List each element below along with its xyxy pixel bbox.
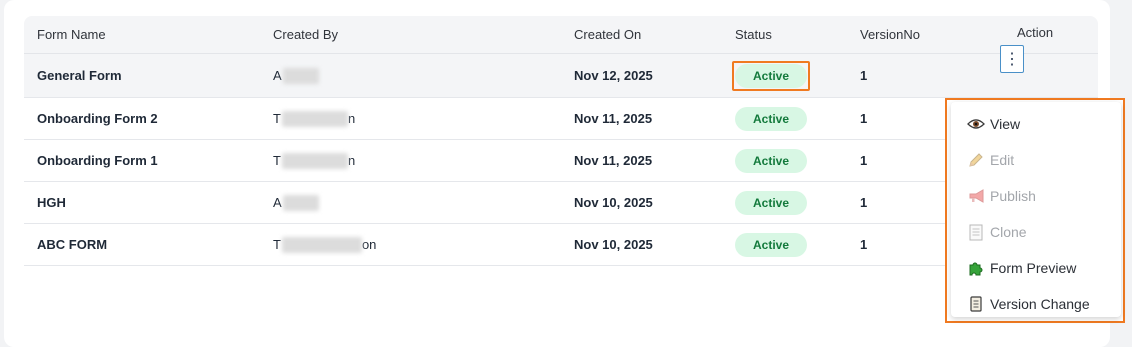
form-name-cell: Onboarding Form 1 xyxy=(37,153,158,168)
redacted-name xyxy=(282,67,319,84)
created-by-suffix: on xyxy=(361,237,377,252)
action-menu-highlight: View Edit Publish Clone Form Preview Ver… xyxy=(945,98,1125,323)
scroll-icon xyxy=(967,295,985,313)
created-by-cell: T n xyxy=(273,140,355,181)
version-cell: 1 xyxy=(860,237,868,252)
table-row[interactable]: ABC FORM T on Nov 10, 2025 Active 1 xyxy=(24,224,1098,266)
status-cell: Active xyxy=(735,182,808,223)
version-cell: 1 xyxy=(860,195,868,210)
version-cell: 1 xyxy=(860,153,868,168)
status-badge: Active xyxy=(735,190,808,215)
menu-item-publish[interactable]: Publish xyxy=(967,185,1036,207)
status-cell: Active xyxy=(735,98,808,139)
created-by-suffix: n xyxy=(347,111,356,126)
eye-icon xyxy=(967,115,985,133)
menu-item-label: Edit xyxy=(990,152,1015,168)
form-name-cell: HGH xyxy=(37,195,66,210)
pencil-icon xyxy=(967,151,985,169)
status-cell: Active xyxy=(735,140,808,181)
menu-item-edit[interactable]: Edit xyxy=(967,149,1014,171)
menu-item-view[interactable]: View xyxy=(967,113,1020,135)
puzzle-icon xyxy=(967,259,985,277)
created-on-cell: Nov 11, 2025 xyxy=(574,111,653,126)
created-by-cell: A xyxy=(273,182,319,223)
table-row[interactable]: Onboarding Form 1 T n Nov 11, 2025 Activ… xyxy=(24,140,1098,182)
created-by-initial: A xyxy=(273,68,282,83)
table-row[interactable]: Onboarding Form 2 T n Nov 11, 2025 Activ… xyxy=(24,98,1098,140)
form-name-cell: General Form xyxy=(37,68,122,83)
table-header: Form Name Created By Created On Status V… xyxy=(24,16,1098,54)
action-menu: View Edit Publish Clone Form Preview Ver… xyxy=(951,102,1121,317)
row-actions-button[interactable]: ⋮ xyxy=(1000,45,1024,73)
megaphone-icon xyxy=(967,187,985,205)
menu-item-label: Clone xyxy=(990,224,1027,240)
header-created-on[interactable]: Created On xyxy=(574,16,641,53)
created-by-cell: T n xyxy=(273,98,355,139)
table-row[interactable]: HGH A Nov 10, 2025 Active 1 xyxy=(24,182,1098,224)
redacted-name xyxy=(281,236,362,253)
kebab-menu-icon: ⋮ xyxy=(1004,51,1020,68)
created-by-initial: T xyxy=(273,111,281,126)
created-on-cell: Nov 12, 2025 xyxy=(574,68,653,83)
table-row[interactable]: General Form A Nov 12, 2025 Active 1 xyxy=(24,54,1098,98)
menu-item-form-preview[interactable]: Form Preview xyxy=(967,257,1076,279)
document-icon xyxy=(967,223,985,241)
status-cell: Active xyxy=(732,54,811,97)
status-cell: Active xyxy=(735,224,808,265)
menu-item-version-change[interactable]: Version Change xyxy=(967,293,1090,315)
header-created-by[interactable]: Created By xyxy=(273,16,338,53)
menu-item-label: View xyxy=(990,116,1021,132)
created-by-initial: T xyxy=(273,153,281,168)
menu-item-label: Version Change xyxy=(990,296,1090,312)
created-by-initial: A xyxy=(273,195,282,210)
header-status[interactable]: Status xyxy=(735,16,772,53)
header-form-name[interactable]: Form Name xyxy=(37,16,106,53)
menu-item-label: Form Preview xyxy=(990,260,1077,276)
version-cell: 1 xyxy=(860,111,868,126)
created-by-suffix: n xyxy=(347,153,356,168)
form-name-cell: ABC FORM xyxy=(37,237,108,252)
menu-item-clone[interactable]: Clone xyxy=(967,221,1027,243)
status-badge: Active xyxy=(735,232,808,257)
created-by-cell: T on xyxy=(273,224,376,265)
created-by-cell: A xyxy=(273,54,319,97)
highlight-outline xyxy=(732,60,811,91)
redacted-name xyxy=(282,194,319,211)
created-by-initial: T xyxy=(273,237,281,252)
version-cell: 1 xyxy=(860,68,868,83)
created-on-cell: Nov 10, 2025 xyxy=(574,195,653,210)
forms-table: Form Name Created By Created On Status V… xyxy=(24,16,1098,266)
redacted-name xyxy=(281,110,348,127)
redacted-name xyxy=(281,152,348,169)
status-badge: Active xyxy=(735,106,808,131)
created-on-cell: Nov 10, 2025 xyxy=(574,237,653,252)
created-on-cell: Nov 11, 2025 xyxy=(574,153,653,168)
status-badge: Active xyxy=(735,148,808,173)
form-name-cell: Onboarding Form 2 xyxy=(37,111,158,126)
menu-item-label: Publish xyxy=(990,188,1036,204)
header-version-no[interactable]: VersionNo xyxy=(860,16,920,53)
